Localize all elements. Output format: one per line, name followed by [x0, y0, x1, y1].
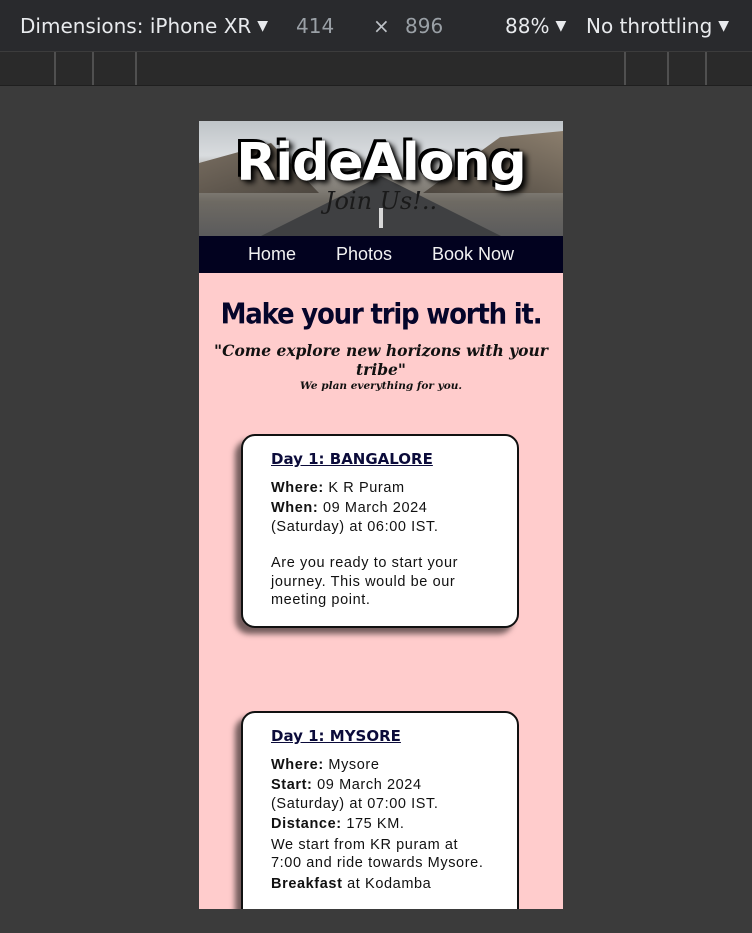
ruler-tick [92, 52, 94, 85]
ruler-tick [54, 52, 56, 85]
ruler-tick [705, 52, 707, 85]
card-start: Start: 09 March 2024 (Saturday) at 07:00… [271, 777, 439, 812]
device-dimensions-select[interactable]: Dimensions: iPhone XR ▼ [20, 14, 268, 38]
card-where: Where: K R Puram [271, 479, 405, 496]
card-title: Day 1: MYSORE [271, 727, 401, 745]
card-when: When: 09 March 2024 (Saturday) at 06:00 … [271, 500, 439, 535]
throttling-value: No throttling [586, 14, 713, 38]
card-breakfast: Breakfast at Kodamba [271, 875, 432, 892]
chevron-down-icon: ▼ [257, 18, 269, 34]
media-query-ruler[interactable] [0, 52, 752, 86]
card-description: Are you ready to start your journey. Thi… [271, 555, 459, 608]
width-input[interactable]: 414 [296, 14, 334, 38]
ruler-tick [667, 52, 669, 85]
zoom-select[interactable]: 88% ▼ [505, 14, 566, 38]
intro-quote: "Come explore new horizons with your tri… [214, 341, 548, 379]
nav-home-link[interactable]: Home [228, 244, 316, 265]
hero-banner: RideAlong Join Us!.. [199, 121, 563, 236]
throttling-select[interactable]: No throttling ▼ [586, 14, 729, 38]
nav-photos-link[interactable]: Photos [316, 244, 412, 265]
main-nav: Home Photos Book Now [199, 236, 563, 273]
itinerary-card-bangalore: Day 1: BANGALORE Where: K R Puram When: … [241, 434, 519, 628]
emulated-viewport: RideAlong Join Us!.. Home Photos Book No… [199, 121, 563, 909]
height-input[interactable]: 896 [405, 14, 443, 38]
card-title: Day 1: BANGALORE [271, 450, 433, 468]
ruler-tick [624, 52, 626, 85]
ruler-tick [135, 52, 137, 85]
nav-book-now-link[interactable]: Book Now [412, 244, 534, 265]
page-headline: Make your trip worth it. [220, 298, 543, 332]
chevron-down-icon: ▼ [718, 18, 730, 34]
devtools-device-toolbar: Dimensions: iPhone XR ▼ 414 × 896 88% ▼ No… [0, 0, 752, 52]
card-where: Where: Mysore [271, 756, 380, 773]
times-icon: × [373, 14, 390, 38]
intro-subquote: We plan everything for you. [300, 380, 462, 392]
zoom-value: 88% [505, 14, 550, 38]
card-distance: Distance: 175 KM. [271, 816, 405, 832]
chevron-down-icon: ▼ [555, 18, 567, 34]
site-tagline: Join Us!.. [324, 187, 438, 215]
itinerary-card-mysore: Day 1: MYSORE Where: Mysore Start: 09 Ma… [241, 711, 519, 909]
card-description: We start from KR puram at 7:00 and ride … [271, 836, 484, 872]
dimensions-label: Dimensions: iPhone XR [20, 14, 252, 38]
site-logo-text: RideAlong [236, 133, 526, 193]
